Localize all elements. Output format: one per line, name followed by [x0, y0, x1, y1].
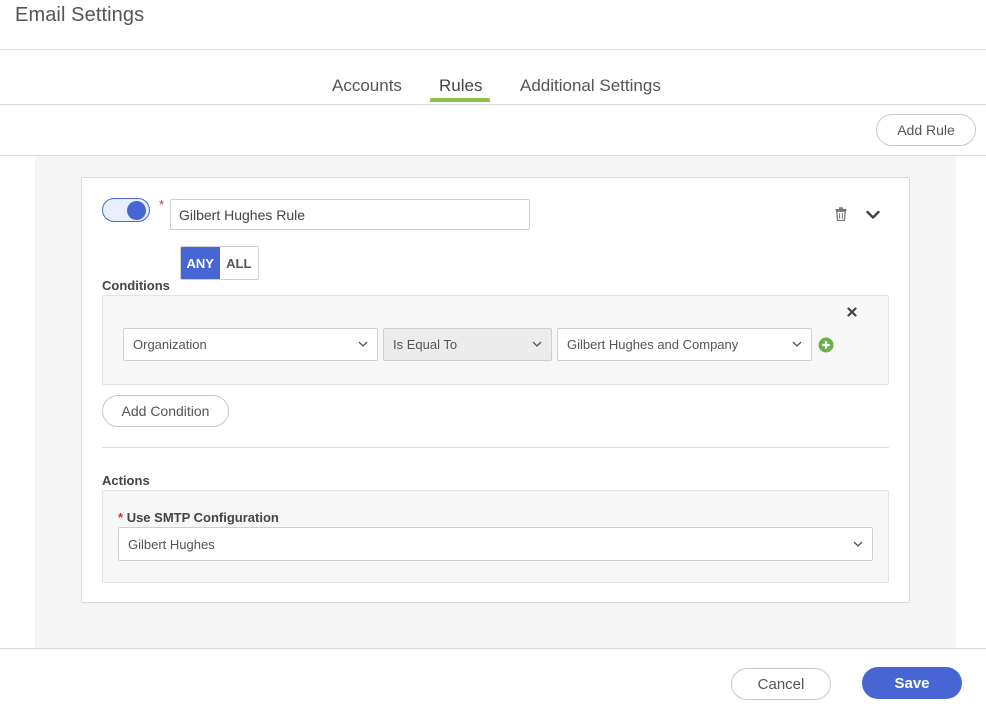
cancel-button[interactable]: Cancel	[731, 668, 831, 700]
add-condition-button[interactable]: Add Condition	[102, 395, 229, 427]
tab-bar: Accounts Rules Additional Settings	[0, 76, 986, 104]
required-marker: *	[159, 197, 165, 212]
actions-label: Actions	[102, 473, 150, 488]
toggle-knob	[127, 201, 146, 220]
smtp-config-label-text: Use SMTP Configuration	[126, 510, 279, 525]
condition-value-text: Gilbert Hughes and Company	[567, 337, 739, 352]
chevron-down-icon	[532, 341, 542, 347]
smtp-config-value: Gilbert Hughes	[128, 536, 215, 552]
chevron-down-icon	[792, 341, 802, 347]
close-icon[interactable]	[844, 304, 860, 320]
condition-field-select[interactable]: Organization	[123, 328, 378, 361]
conditions-label: Conditions	[102, 278, 170, 293]
tab-accounts[interactable]: Accounts	[332, 76, 402, 96]
rule-name-input[interactable]	[170, 199, 530, 230]
page-title: Email Settings	[15, 4, 145, 26]
trash-icon[interactable]	[832, 205, 850, 223]
chevron-down-icon[interactable]	[864, 206, 882, 224]
required-marker: *	[118, 510, 124, 525]
add-rule-button[interactable]: Add Rule	[876, 114, 976, 146]
save-button[interactable]: Save	[862, 667, 962, 699]
smtp-config-label: * Use SMTP Configuration	[118, 510, 279, 525]
footer-divider	[0, 648, 986, 649]
plus-circle-icon[interactable]	[817, 336, 835, 354]
chevron-down-icon	[358, 341, 368, 347]
chevron-down-icon	[853, 541, 863, 547]
condition-operator-value: Is Equal To	[393, 337, 458, 352]
section-divider	[102, 447, 889, 448]
tab-rules[interactable]: Rules	[439, 76, 482, 96]
condition-field-value: Organization	[133, 337, 207, 352]
match-mode-toggle: ANY ALL	[180, 246, 259, 280]
match-any-button[interactable]: ANY	[181, 247, 220, 279]
match-all-button[interactable]: ALL	[219, 247, 258, 279]
active-tab-indicator	[430, 98, 490, 102]
tabs-divider	[0, 104, 986, 105]
rule-enabled-toggle[interactable]	[102, 198, 150, 222]
header-divider	[0, 49, 986, 50]
tab-additional-settings[interactable]: Additional Settings	[520, 76, 661, 96]
smtp-config-select[interactable]: Gilbert Hughes	[118, 527, 873, 561]
condition-value-select[interactable]: Gilbert Hughes and Company	[557, 328, 812, 361]
condition-operator-select[interactable]: Is Equal To	[383, 328, 552, 361]
